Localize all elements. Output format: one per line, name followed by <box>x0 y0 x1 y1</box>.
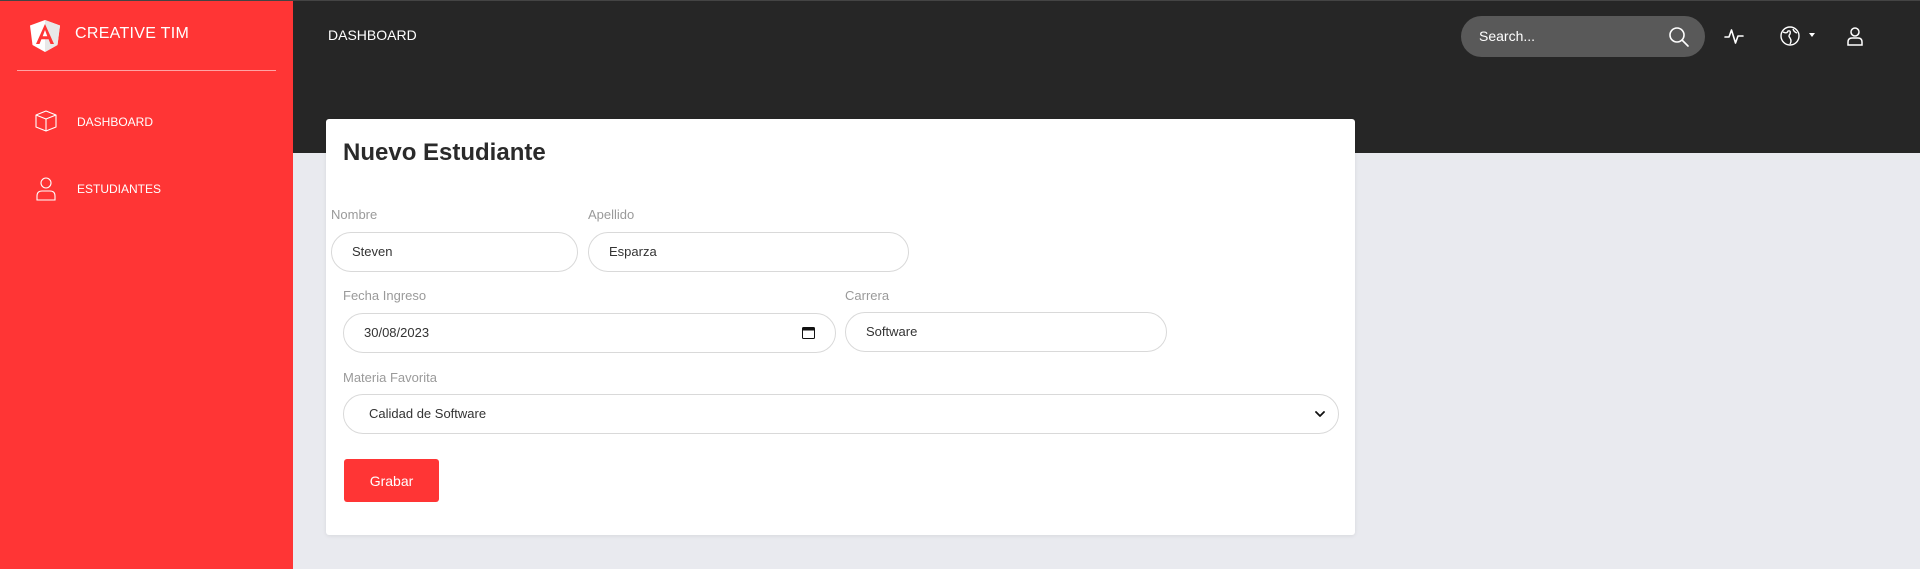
sidebar-item-label: ESTUDIANTES <box>77 182 162 196</box>
fecha-ingreso-field[interactable]: 30/08/2023 <box>343 313 836 353</box>
sidebar-item-estudiantes[interactable]: ESTUDIANTES <box>0 166 293 210</box>
search-icon[interactable] <box>1668 26 1690 48</box>
materia-favorita-value: Calidad de Software <box>369 406 487 421</box>
brand-name: CREATIVE TIM <box>75 25 190 42</box>
grabar-button[interactable]: Grabar <box>344 459 439 502</box>
sidebar-item-label: DASHBOARD <box>77 115 154 129</box>
user-icon <box>36 177 56 201</box>
nombre-value: Steven <box>352 244 393 259</box>
fecha-ingreso-value: 30/08/2023 <box>364 325 430 340</box>
carrera-field[interactable]: Software <box>845 312 1167 352</box>
new-student-card: Nuevo Estudiante Nombre Steven Apellido … <box>326 119 1355 535</box>
sidebar: CREATIVE TIM DASHBOARD ESTUDIANTES <box>0 0 293 569</box>
user-icon[interactable] <box>1844 25 1866 47</box>
activity-icon[interactable] <box>1723 25 1745 47</box>
calendar-icon[interactable] <box>802 326 815 339</box>
carrera-value: Software <box>866 324 918 339</box>
chevron-down-icon <box>1315 411 1325 417</box>
globe-icon[interactable] <box>1779 25 1801 47</box>
materia-favorita-select[interactable]: Calidad de Software <box>343 394 1339 434</box>
carrera-label: Carrera <box>845 288 890 303</box>
fecha-ingreso-label: Fecha Ingreso <box>343 288 427 303</box>
brand[interactable]: CREATIVE TIM <box>17 1 276 71</box>
card-title: Nuevo Estudiante <box>343 139 546 166</box>
search-input[interactable] <box>1479 26 1659 46</box>
angular-logo-icon <box>30 20 60 52</box>
apellido-value: Esparza <box>609 244 657 259</box>
nombre-label: Nombre <box>331 207 378 222</box>
materia-favorita-label: Materia Favorita <box>343 370 437 385</box>
chevron-down-icon[interactable] <box>1809 33 1815 37</box>
apellido-field[interactable]: Esparza <box>588 232 909 272</box>
apellido-label: Apellido <box>588 207 635 222</box>
sidebar-item-dashboard[interactable]: DASHBOARD <box>0 99 293 143</box>
nombre-field[interactable]: Steven <box>331 232 578 272</box>
search-box[interactable] <box>1461 16 1705 57</box>
cube-icon <box>35 110 57 132</box>
page-title[interactable]: DASHBOARD <box>328 27 417 43</box>
